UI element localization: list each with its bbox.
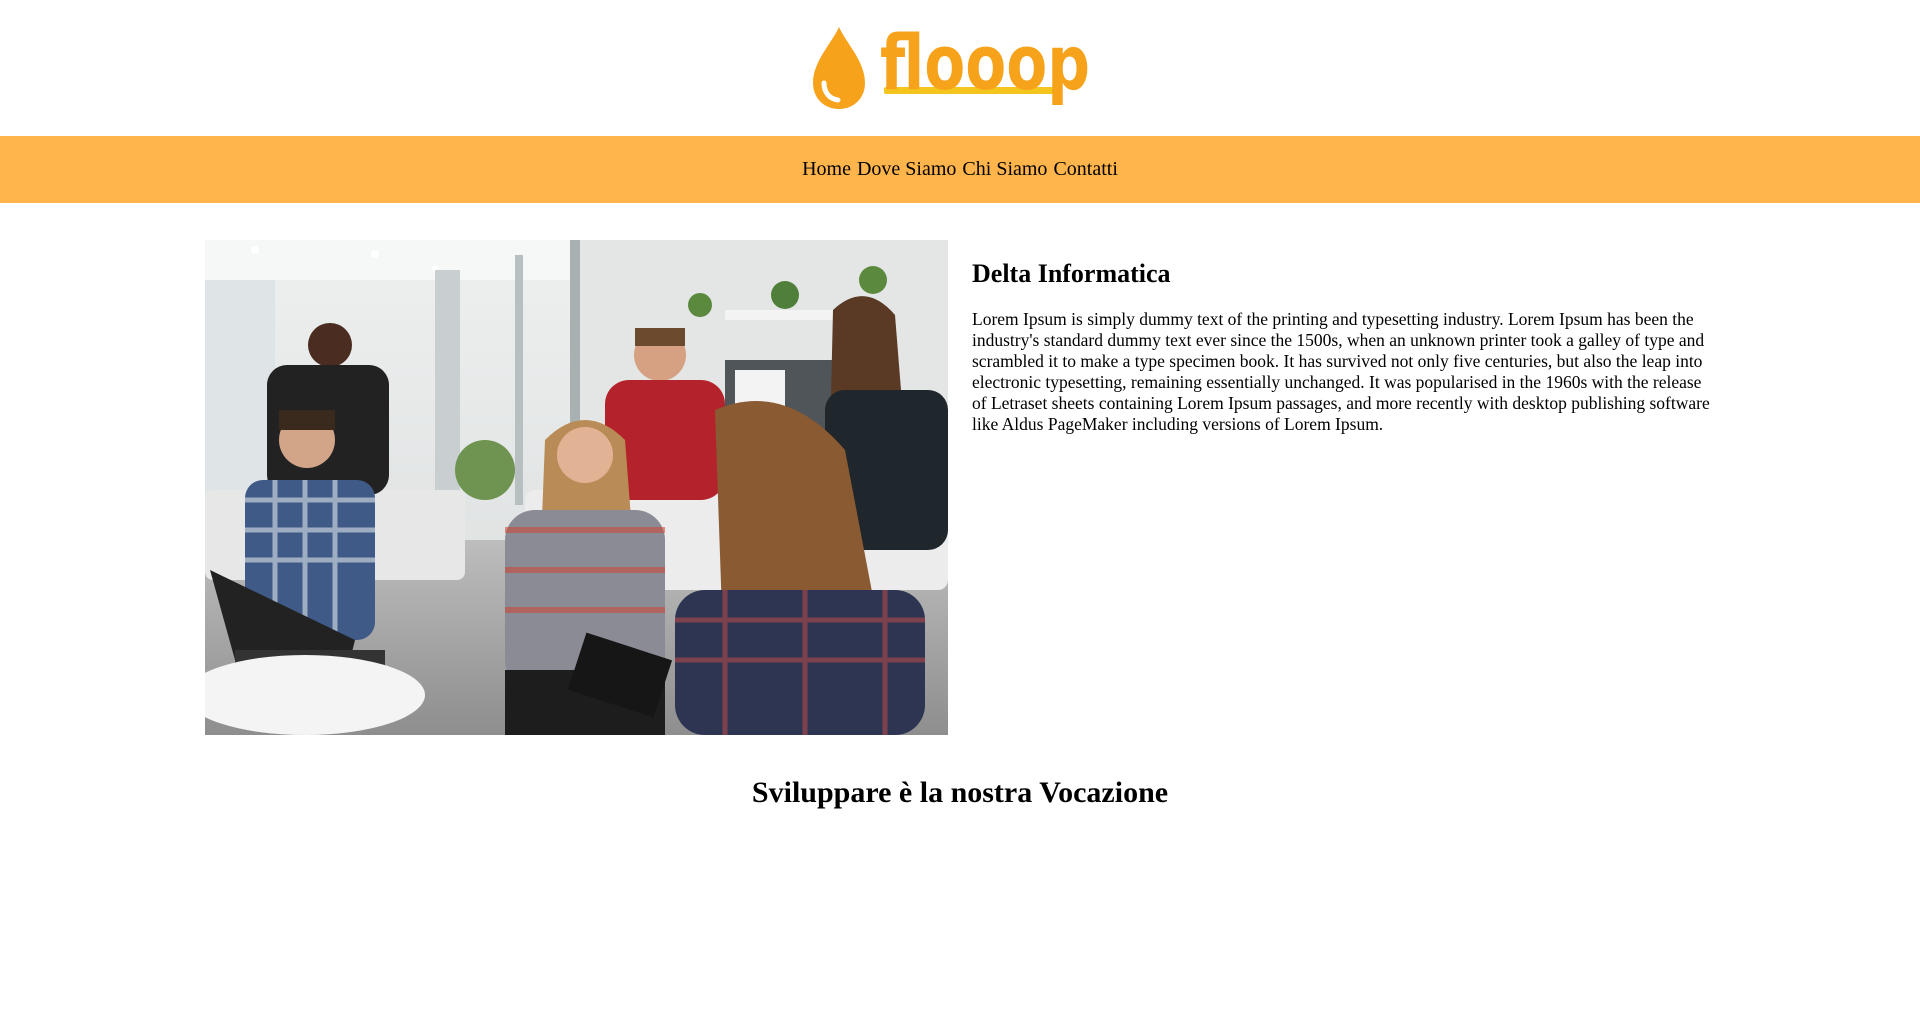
tagline-heading: Sviluppare è la nostra Vocazione	[751, 776, 1169, 809]
nav-dove-siamo-link[interactable]: Dove Siamo	[857, 158, 956, 181]
team-meeting-photo	[205, 240, 948, 735]
nav-contatti-link[interactable]: Contatti	[1053, 158, 1117, 181]
main-navbar: Home Dove Siamo Chi Siamo Contatti	[0, 136, 1920, 203]
logo-wordmark: flooop	[880, 25, 1090, 107]
flooop-logo[interactable]: flooop	[812, 25, 1098, 110]
nav-home-link[interactable]: Home	[802, 158, 851, 181]
about-title: Delta Informatica	[972, 259, 1171, 288]
about-section: Delta Informatica Lorem Ipsum is simply …	[972, 258, 1718, 435]
site-header: flooop	[0, 0, 1920, 136]
about-body: Lorem Ipsum is simply dummy text of the …	[972, 309, 1710, 435]
nav-chi-siamo-link[interactable]: Chi Siamo	[962, 158, 1047, 181]
droplet-icon	[813, 27, 865, 109]
